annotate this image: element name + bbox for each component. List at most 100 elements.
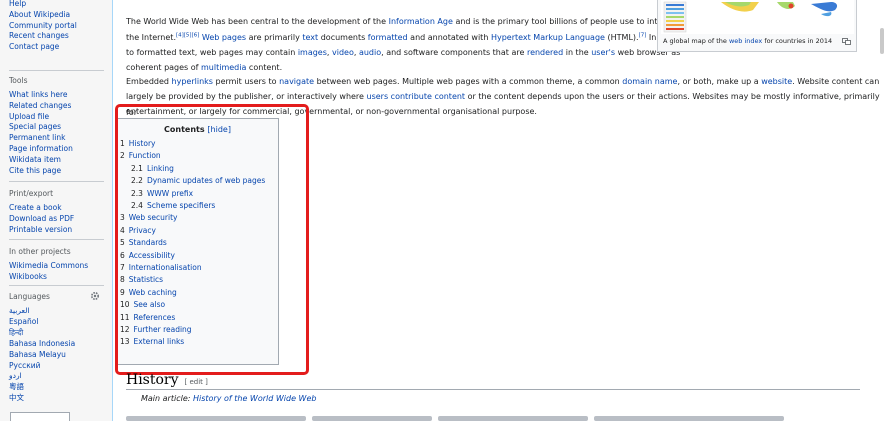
edit-link-text[interactable]: [ edit ] bbox=[185, 378, 208, 386]
toc-item-number[interactable]: 2.3 bbox=[131, 189, 143, 198]
toc-item-label[interactable]: Web caching bbox=[129, 288, 177, 297]
toc-item-function[interactable]: 2 Function bbox=[120, 151, 161, 161]
toc-item-privacy[interactable]: 4 Privacy bbox=[120, 226, 156, 236]
sidebar-item-bahasa-indonesia[interactable]: Bahasa Indonesia bbox=[9, 339, 75, 349]
toc-item-number[interactable]: 3 bbox=[120, 213, 125, 222]
toc-item-number[interactable]: 5 bbox=[120, 238, 125, 247]
sidebar-item-item[interactable]: 中文 bbox=[9, 393, 24, 403]
toc-item-scheme-specifiers[interactable]: 2.4 Scheme specifiers bbox=[131, 201, 215, 211]
toc-item-linking[interactable]: 2.1 Linking bbox=[131, 164, 174, 174]
toc-item-label[interactable]: Statistics bbox=[129, 275, 163, 284]
inline-link[interactable]: navigate bbox=[279, 77, 314, 86]
inline-link[interactable]: users contribute content bbox=[367, 92, 466, 101]
toc-item-label[interactable]: Internationalisation bbox=[129, 263, 202, 272]
sidebar-item-about-wikipedia[interactable]: About Wikipedia bbox=[9, 10, 70, 20]
toc-item-label[interactable]: Accessibility bbox=[129, 251, 175, 260]
sidebar-item-bahasa-melayu[interactable]: Bahasa Melayu bbox=[9, 350, 66, 360]
inline-link[interactable]: text bbox=[302, 33, 318, 42]
toc-item-label[interactable]: Privacy bbox=[129, 226, 156, 235]
sidebar-item-item[interactable]: العربية bbox=[9, 306, 30, 316]
web-index-link[interactable]: web index bbox=[729, 37, 762, 45]
toc-item-number[interactable]: 6 bbox=[120, 251, 125, 260]
sidebar-item-download-as-pdf[interactable]: Download as PDF bbox=[9, 214, 74, 224]
toc-item-references[interactable]: 11 References bbox=[120, 313, 175, 323]
inline-link[interactable]: user's bbox=[591, 48, 615, 57]
toc-item-web-security[interactable]: 3 Web security bbox=[120, 213, 177, 223]
gear-icon[interactable] bbox=[90, 291, 100, 301]
sidebar-item-item[interactable]: Русский bbox=[9, 361, 41, 371]
inline-link[interactable]: website bbox=[761, 77, 792, 86]
toc-item-label[interactable]: Scheme specifiers bbox=[147, 201, 215, 210]
toc-item-label[interactable]: Dynamic updates of web pages bbox=[147, 176, 265, 185]
inline-link[interactable]: rendered bbox=[527, 48, 563, 57]
inline-link[interactable]: audio bbox=[359, 48, 381, 57]
inline-link[interactable]: multimedia bbox=[201, 63, 246, 72]
search-input[interactable] bbox=[10, 412, 70, 421]
sidebar-item-special-pages[interactable]: Special pages bbox=[9, 122, 61, 132]
toc-item-label[interactable]: Standards bbox=[129, 238, 167, 247]
toc-item-label[interactable]: History bbox=[129, 139, 156, 148]
inline-link[interactable]: video bbox=[332, 48, 354, 57]
sidebar-item-recent-changes[interactable]: Recent changes bbox=[9, 31, 69, 41]
sidebar-item-permanent-link[interactable]: Permanent link bbox=[9, 133, 65, 143]
toc-item-number[interactable]: 7 bbox=[120, 263, 125, 272]
toc-hide-toggle[interactable]: [hide] bbox=[207, 125, 231, 134]
thumbnail-figure[interactable]: A global map of the web index for countr… bbox=[657, 0, 857, 52]
toc-item-number[interactable]: 11 bbox=[120, 313, 130, 322]
toc-item-number[interactable]: 2.1 bbox=[131, 164, 143, 173]
sidebar-item-item[interactable]: اردو bbox=[9, 371, 22, 381]
scrollbar-thumb[interactable] bbox=[880, 28, 884, 54]
toc-item-label[interactable]: Further reading bbox=[134, 325, 192, 334]
sidebar-item-item[interactable]: हिन्दी bbox=[9, 328, 23, 338]
toc-item-number[interactable]: 9 bbox=[120, 288, 125, 297]
toc-item-see-also[interactable]: 10 See also bbox=[120, 300, 165, 310]
toc-item-history[interactable]: 1 History bbox=[120, 139, 155, 149]
sidebar-item-upload-file[interactable]: Upload file bbox=[9, 112, 49, 122]
sidebar-item-page-information[interactable]: Page information bbox=[9, 144, 73, 154]
toc-item-number[interactable]: 12 bbox=[120, 325, 130, 334]
sidebar-item-community-portal[interactable]: Community portal bbox=[9, 21, 77, 31]
inline-link[interactable]: formatted bbox=[368, 33, 408, 42]
toc-item-label[interactable]: See also bbox=[134, 300, 166, 309]
toc-item-label[interactable]: Function bbox=[129, 151, 161, 160]
toc-item-label[interactable]: External links bbox=[134, 337, 185, 346]
web-index-map-image[interactable] bbox=[661, 0, 854, 34]
toc-item-accessibility[interactable]: 6 Accessibility bbox=[120, 251, 175, 261]
toc-item-standards[interactable]: 5 Standards bbox=[120, 238, 167, 248]
toc-item-number[interactable]: 1 bbox=[120, 139, 125, 148]
inline-link[interactable]: Information Age bbox=[389, 17, 453, 26]
inline-link[interactable]: hyperlinks bbox=[172, 77, 213, 86]
sidebar-item-wikimedia-commons[interactable]: Wikimedia Commons bbox=[9, 261, 88, 271]
toc-item-label[interactable]: Web security bbox=[129, 213, 178, 222]
inline-link[interactable]: Hypertext Markup Language bbox=[491, 33, 605, 42]
toc-item-number[interactable]: 8 bbox=[120, 275, 125, 284]
sidebar-item-help[interactable]: Help bbox=[9, 0, 26, 9]
toc-item-statistics[interactable]: 8 Statistics bbox=[120, 275, 163, 285]
toc-item-number[interactable]: 13 bbox=[120, 337, 130, 346]
inline-link[interactable]: images bbox=[298, 48, 327, 57]
toc-item-dynamic-updates-of-web-pages[interactable]: 2.2 Dynamic updates of web pages bbox=[131, 176, 265, 186]
sidebar-item-espa-ol[interactable]: Español bbox=[9, 317, 38, 327]
toc-item-label[interactable]: WWW prefix bbox=[147, 189, 193, 198]
sidebar-item-wikidata-item[interactable]: Wikidata item bbox=[9, 155, 61, 165]
sidebar-item-create-a-book[interactable]: Create a book bbox=[9, 203, 62, 213]
main-article-link[interactable]: History of the World Wide Web bbox=[193, 394, 316, 403]
sidebar-item-what-links-here[interactable]: What links here bbox=[9, 90, 68, 100]
toc-item-internationalisation[interactable]: 7 Internationalisation bbox=[120, 263, 202, 273]
sidebar-item-item[interactable]: 粵語 bbox=[9, 382, 24, 392]
toc-item-label[interactable]: References bbox=[134, 313, 176, 322]
sidebar-item-wikibooks[interactable]: Wikibooks bbox=[9, 272, 47, 282]
toc-item-number[interactable]: 4 bbox=[120, 226, 125, 235]
toc-item-web-caching[interactable]: 9 Web caching bbox=[120, 288, 177, 298]
sidebar-item-printable-version[interactable]: Printable version bbox=[9, 225, 72, 235]
toc-item-external-links[interactable]: 13 External links bbox=[120, 337, 184, 347]
edit-section-link[interactable]: [ edit ] bbox=[185, 378, 208, 386]
inline-link[interactable]: Web pages bbox=[202, 33, 246, 42]
sidebar-item-related-changes[interactable]: Related changes bbox=[9, 101, 71, 111]
sidebar-item-cite-this-page[interactable]: Cite this page bbox=[9, 166, 61, 176]
toc-item-number[interactable]: 2.2 bbox=[131, 176, 143, 185]
toc-item-label[interactable]: Linking bbox=[147, 164, 174, 173]
toc-item-number[interactable]: 2.4 bbox=[131, 201, 143, 210]
toc-item-www-prefix[interactable]: 2.3 WWW prefix bbox=[131, 189, 193, 199]
citation-link[interactable]: [4][5][6] bbox=[176, 32, 199, 39]
